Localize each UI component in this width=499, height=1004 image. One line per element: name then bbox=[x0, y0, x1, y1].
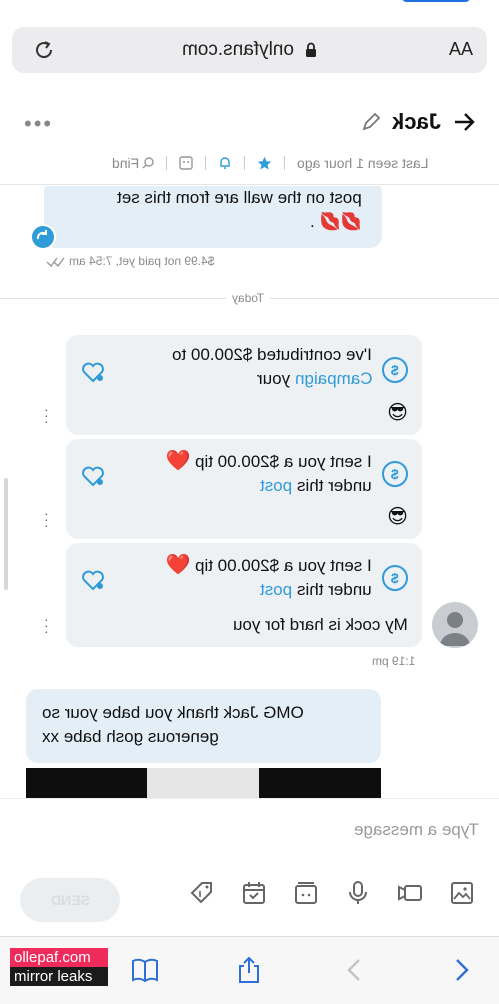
message-options-icon[interactable]: · · · bbox=[44, 506, 50, 532]
bookmarks-icon[interactable] bbox=[130, 955, 160, 985]
schedule-icon[interactable] bbox=[239, 878, 269, 908]
campaign-link[interactable]: Campaign bbox=[295, 367, 373, 391]
message-bubble[interactable]: OMG Jack thank you babe your so generous… bbox=[26, 689, 381, 763]
more-options-icon[interactable]: ••• bbox=[24, 111, 53, 137]
separator bbox=[284, 156, 286, 170]
user-icon bbox=[440, 612, 470, 646]
gallery-icon[interactable] bbox=[179, 156, 194, 170]
tip-dollar-icon: $ bbox=[382, 565, 408, 591]
forward-nav-icon[interactable] bbox=[340, 955, 370, 985]
message-time: 1:19 pm bbox=[372, 654, 416, 668]
find-button[interactable]: Find bbox=[112, 155, 155, 171]
emoji: 😎 bbox=[387, 506, 408, 528]
bell-icon[interactable] bbox=[218, 156, 232, 170]
url-bar[interactable]: onlyfans.com AA bbox=[12, 27, 487, 73]
message-meta: $4.99 not paid yet, 7:54 am bbox=[46, 254, 215, 268]
post-link[interactable]: post bbox=[260, 474, 292, 498]
chat-header: ••• Jack Find Last seen 1 hour ago bbox=[0, 95, 499, 185]
tip-message[interactable]: ❤️ I sent you a $200.00 tip post under t… bbox=[66, 543, 422, 647]
separator bbox=[205, 156, 207, 170]
separator bbox=[244, 156, 246, 170]
back-arrow-icon[interactable] bbox=[451, 109, 477, 135]
double-check-icon bbox=[46, 257, 65, 267]
send-button[interactable]: SEND bbox=[20, 878, 120, 922]
message-bubble[interactable]: post on the wall are from this set 💋💋 . bbox=[44, 186, 382, 248]
contact-status-row: Find Last seen 1 hour ago bbox=[112, 155, 429, 171]
price-tag-icon[interactable] bbox=[187, 878, 217, 908]
message-options-icon[interactable]: · · · bbox=[44, 402, 50, 428]
contact-name[interactable]: Jack bbox=[392, 109, 441, 135]
scrollbar[interactable] bbox=[4, 478, 8, 590]
microphone-icon[interactable] bbox=[343, 878, 373, 908]
like-icon[interactable] bbox=[80, 463, 106, 489]
text-size-button[interactable]: AA bbox=[449, 39, 473, 60]
last-seen-text: Last seen 1 hour ago bbox=[297, 155, 429, 171]
back-nav-icon[interactable] bbox=[446, 955, 476, 985]
watermark: ollepaf.com mirror leaks bbox=[10, 948, 108, 994]
day-divider-label: Today bbox=[226, 291, 271, 305]
screen: onlyfans.com AA ••• Jack Find Last seen … bbox=[0, 0, 499, 1004]
vault-icon[interactable] bbox=[291, 878, 321, 908]
contact-name-row: Jack bbox=[360, 109, 477, 135]
url-host-text: onlyfans.com bbox=[181, 39, 294, 60]
image-icon[interactable] bbox=[447, 878, 477, 908]
media-attachment[interactable] bbox=[26, 768, 381, 798]
search-icon bbox=[142, 157, 155, 169]
star-icon[interactable] bbox=[257, 156, 272, 171]
avatar[interactable] bbox=[432, 602, 478, 648]
post-link[interactable]: post bbox=[260, 578, 292, 602]
emoji: 😎 bbox=[387, 402, 408, 424]
composer-toolbar bbox=[187, 878, 477, 908]
media-thumbnail[interactable] bbox=[147, 768, 259, 798]
top-button-fragment[interactable] bbox=[401, 0, 471, 2]
forward-icon[interactable] bbox=[30, 224, 56, 250]
tip-dollar-icon: $ bbox=[382, 461, 408, 487]
like-icon[interactable] bbox=[80, 359, 106, 385]
edit-name-icon[interactable] bbox=[360, 111, 382, 133]
tip-message[interactable]: ❤️ I sent you a $200.00 tip post under t… bbox=[66, 439, 422, 539]
watermark-line-2: mirror leaks bbox=[10, 967, 108, 986]
message-list[interactable]: post on the wall are from this set 💋💋 . … bbox=[0, 186, 499, 798]
video-icon[interactable] bbox=[395, 878, 425, 908]
composer-divider bbox=[0, 798, 499, 799]
share-icon[interactable] bbox=[234, 955, 264, 985]
message-input[interactable]: Type a message bbox=[20, 820, 479, 848]
tip-dollar-icon: $ bbox=[382, 357, 408, 383]
watermark-line-1: ollepaf.com bbox=[10, 948, 108, 967]
separator bbox=[166, 156, 168, 170]
like-icon[interactable] bbox=[80, 567, 106, 593]
tip-message[interactable]: I've contributed $200.00 to your Campaig… bbox=[66, 335, 422, 435]
message-options-icon[interactable]: · · · bbox=[44, 612, 50, 638]
lock-icon bbox=[306, 42, 317, 57]
url-host: onlyfans.com bbox=[12, 39, 487, 61]
